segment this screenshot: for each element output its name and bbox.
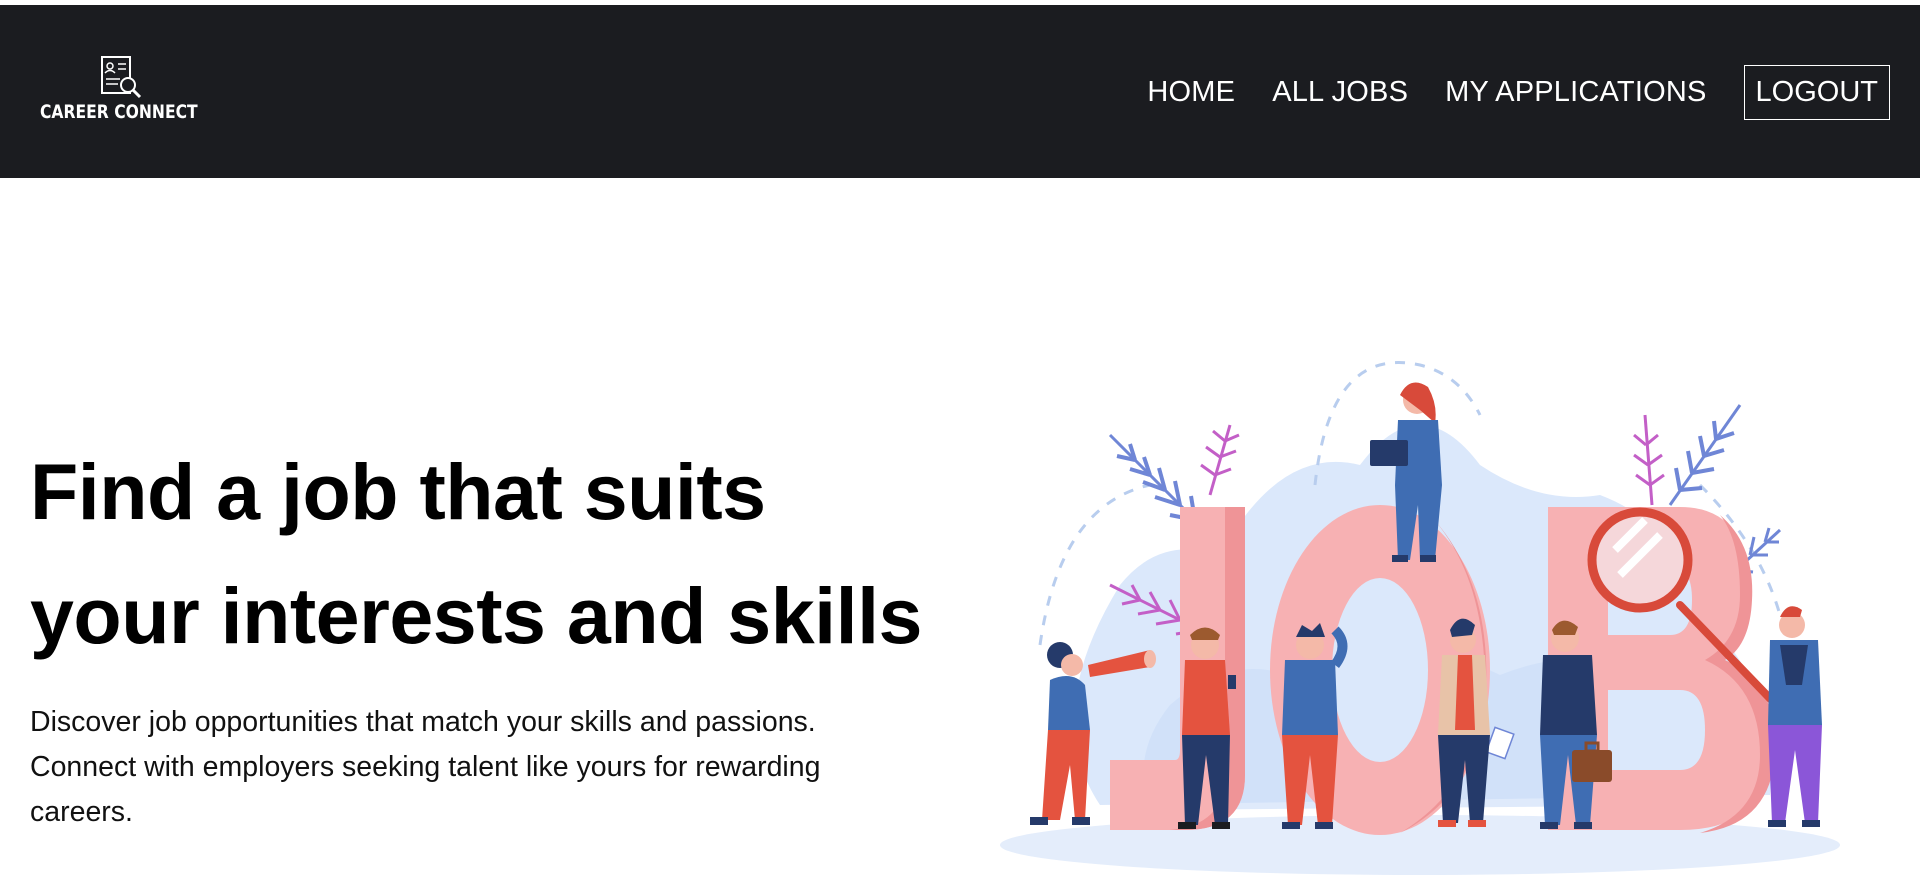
logout-button[interactable]: LOGOUT — [1743, 64, 1890, 120]
nav-my-applications-link[interactable]: MY APPLICATIONS — [1445, 76, 1706, 109]
hero-subtitle-line-3: careers. — [30, 796, 133, 828]
hero-title-line-2: your interests and skills — [30, 571, 922, 660]
hero-subtitle-line-1: Discover job opportunities that match yo… — [30, 706, 816, 738]
nav-all-jobs-link[interactable]: ALL JOBS — [1272, 76, 1408, 109]
brand-logo[interactable]: CAREER CONNECT — [40, 55, 200, 135]
brand-name: CAREER CONNECT — [40, 101, 198, 123]
navbar: CAREER CONNECT HOME ALL JOBS MY APPLICAT… — [0, 5, 1920, 178]
main-nav: HOME ALL JOBS MY APPLICATIONS LOGOUT — [1110, 61, 1890, 123]
hero-subtitle-line-2: Connect with employers seeking talent li… — [30, 751, 821, 783]
hero-title-line-1: Find a job that suits — [30, 447, 766, 536]
hero-subtitle: Discover job opportunities that match yo… — [30, 700, 910, 835]
person-magnifier — [1768, 606, 1822, 827]
nav-home-link[interactable]: HOME — [1147, 76, 1235, 109]
hero-title: Find a job that suits your interests and… — [30, 430, 990, 678]
job-search-illustration — [1000, 361, 1840, 875]
resume-search-icon — [101, 56, 142, 99]
